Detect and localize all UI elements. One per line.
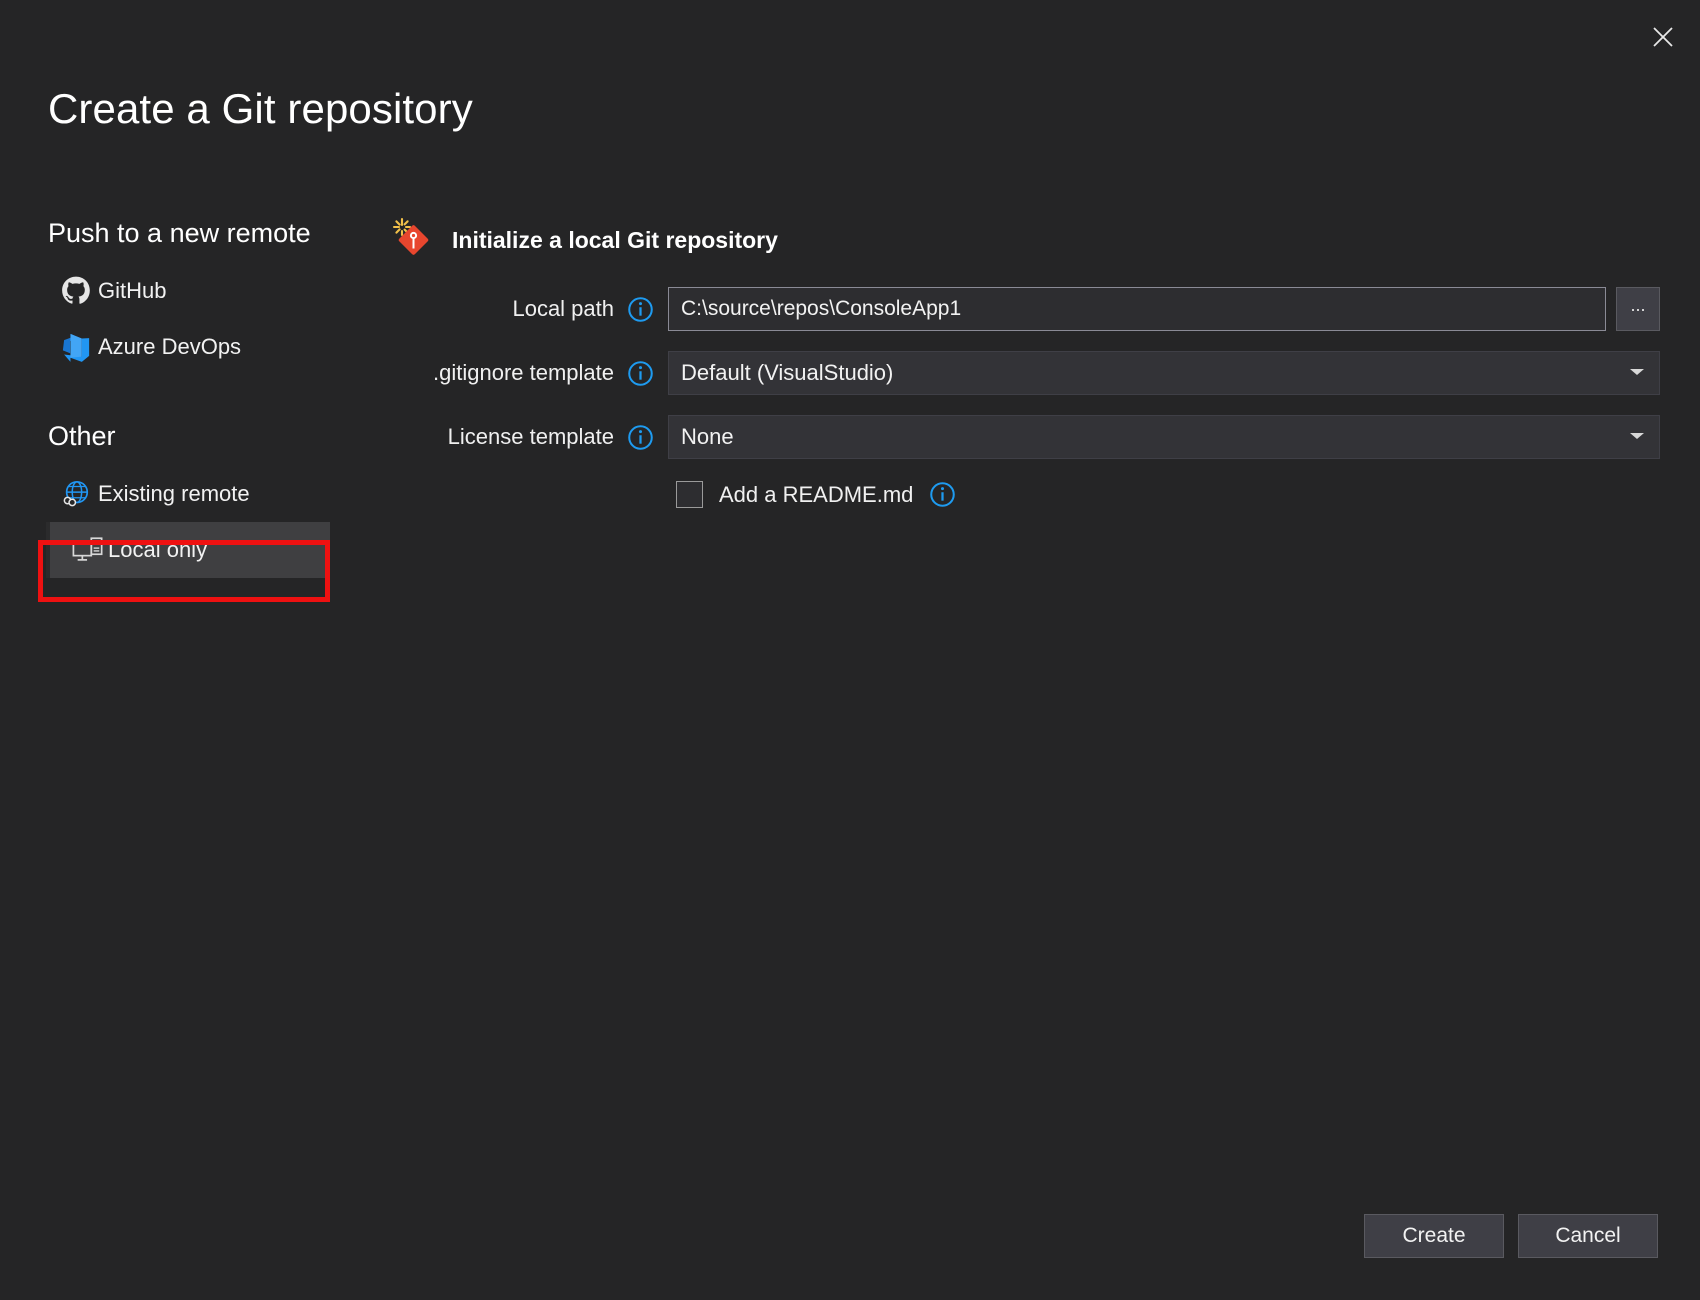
sidebar-item-label: GitHub: [98, 278, 166, 304]
local-path-label-text: Local path: [512, 296, 614, 322]
dialog-footer: Create Cancel: [1364, 1214, 1658, 1258]
license-template-value: None: [681, 424, 734, 450]
main-content: Initialize a local Git repository Local …: [386, 216, 1660, 508]
field-row-license-template: License template None: [386, 415, 1660, 459]
git-repository-icon: [390, 216, 434, 265]
field-row-gitignore-template: .gitignore template Default (VisualStudi…: [386, 351, 1660, 395]
github-icon: [60, 275, 92, 307]
chevron-down-icon: [1629, 364, 1645, 382]
readme-checkbox-row: Add a README.md: [386, 481, 1660, 508]
info-icon[interactable]: [627, 360, 654, 387]
page-title: Create a Git repository: [48, 84, 473, 134]
sidebar-item-github[interactable]: GitHub: [40, 263, 312, 319]
chevron-down-icon: [1629, 428, 1645, 446]
local-computer-icon: [72, 534, 104, 566]
info-icon[interactable]: [627, 296, 654, 323]
gitignore-template-value: Default (VisualStudio): [681, 360, 893, 386]
sidebar-item-label: Azure DevOps: [98, 334, 241, 360]
browse-button[interactable]: ...: [1616, 287, 1660, 331]
close-icon[interactable]: [1640, 14, 1686, 60]
sidebar-item-existing-remote[interactable]: Existing remote: [40, 466, 312, 522]
gitignore-template-label-text: .gitignore template: [433, 360, 614, 386]
gitignore-template-label: .gitignore template: [386, 360, 668, 387]
gitignore-template-select[interactable]: Default (VisualStudio): [668, 351, 1660, 395]
local-path-input[interactable]: [668, 287, 1606, 331]
cancel-button[interactable]: Cancel: [1518, 1214, 1658, 1258]
local-path-label: Local path: [386, 296, 668, 323]
section-header: Initialize a local Git repository: [386, 216, 1660, 265]
license-template-select[interactable]: None: [668, 415, 1660, 459]
globe-link-icon: [60, 478, 92, 510]
add-readme-checkbox[interactable]: [676, 481, 703, 508]
sidebar: Push to a new remote GitHub Azure DevOps…: [0, 218, 360, 578]
sidebar-item-azure-devops[interactable]: Azure DevOps: [40, 319, 312, 375]
info-icon[interactable]: [929, 481, 956, 508]
sidebar-group-header-other: Other: [0, 421, 360, 452]
sidebar-item-local-only[interactable]: Local only: [46, 522, 330, 578]
add-readme-label: Add a README.md: [719, 482, 913, 508]
field-row-local-path: Local path ...: [386, 287, 1660, 331]
create-git-repository-dialog: Create a Git repository Push to a new re…: [0, 0, 1700, 1300]
create-button[interactable]: Create: [1364, 1214, 1504, 1258]
sidebar-item-label: Existing remote: [98, 481, 250, 507]
sidebar-group-header-push: Push to a new remote: [0, 218, 360, 249]
license-template-label-text: License template: [448, 424, 614, 450]
azure-devops-icon: [60, 331, 92, 363]
section-title: Initialize a local Git repository: [452, 227, 778, 254]
sidebar-item-label: Local only: [108, 537, 207, 563]
info-icon[interactable]: [627, 424, 654, 451]
license-template-label: License template: [386, 424, 668, 451]
